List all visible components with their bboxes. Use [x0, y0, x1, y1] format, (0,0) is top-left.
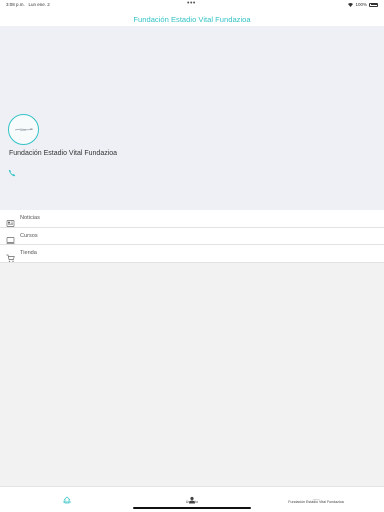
- menu-list: Noticias Cursos Tienda: [0, 210, 384, 263]
- home-icon: [63, 491, 71, 504]
- newspaper-icon: [6, 215, 15, 227]
- menu-item-cursos[interactable]: Cursos: [0, 228, 384, 245]
- tab-inicio[interactable]: Inicio: [17, 491, 117, 504]
- organization-logo: [8, 114, 39, 145]
- menu-item-label: Cursos: [20, 232, 38, 239]
- menu-item-label: Tienda: [20, 250, 37, 257]
- home-indicator: [133, 507, 251, 509]
- tab-usuario[interactable]: Usuario: [142, 491, 242, 504]
- battery-icon: [369, 2, 378, 7]
- tab-label: Inicio: [62, 500, 72, 504]
- navigation-bar: Fundación Estadio Vital Fundazioa: [0, 9, 384, 26]
- multitasking-dots-icon[interactable]: •••: [187, 0, 196, 7]
- cart-icon: [6, 250, 15, 262]
- menu-item-label: Noticias: [20, 215, 40, 222]
- menu-item-tienda[interactable]: Tienda: [0, 245, 384, 263]
- courses-icon: [6, 232, 15, 244]
- status-time: 3:08 p.m. Lun ene. 2: [6, 2, 50, 7]
- profile-header: Fundación Estadio Vital Fundazioa: [0, 26, 384, 210]
- tab-label: Fundación Estadio Vital Fundazioa: [288, 500, 344, 504]
- battery-percentage: 100%: [355, 2, 367, 7]
- wifi-icon: [348, 2, 354, 7]
- tab-label: Usuario: [185, 500, 199, 504]
- nav-title: Fundación Estadio Vital Fundazioa: [133, 15, 251, 24]
- user-icon: [188, 491, 196, 504]
- logo-icon: [14, 128, 34, 131]
- tab-fundacion[interactable]: Fundación Estadio Vital Fundazioa: [266, 491, 366, 504]
- phone-icon[interactable]: [8, 164, 16, 177]
- organization-name: Fundación Estadio Vital Fundazioa: [9, 150, 118, 157]
- status-right: 100%: [348, 2, 378, 7]
- status-bar: 3:08 p.m. Lun ene. 2 ••• 100%: [0, 0, 384, 9]
- menu-item-noticias[interactable]: Noticias: [0, 210, 384, 228]
- logo-icon: [312, 491, 320, 501]
